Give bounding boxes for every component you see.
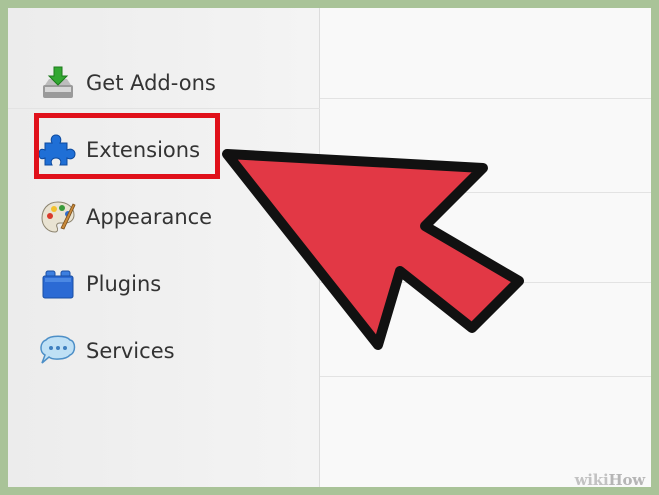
divider	[320, 98, 651, 99]
sidebar-item-services[interactable]: Services	[38, 326, 175, 376]
paint-palette-icon	[38, 197, 78, 237]
sidebar-item-label: Appearance	[86, 205, 213, 229]
sidebar-item-label: Plugins	[86, 272, 162, 296]
speech-bubble-icon	[38, 331, 78, 371]
wikihow-watermark: wikiHow	[574, 471, 646, 489]
addons-sidebar: Get Add-ons Extensions Appearance Plugin…	[8, 8, 320, 487]
divider	[320, 282, 651, 283]
screenshot-frame: Get Add-ons Extensions Appearance Plugin…	[8, 8, 651, 487]
sidebar-item-get-add-ons[interactable]: Get Add-ons	[38, 58, 216, 108]
sidebar-item-label: Services	[86, 339, 175, 363]
addons-content-pane	[320, 8, 651, 487]
download-icon	[38, 63, 78, 103]
extensions-highlight-box	[34, 113, 220, 179]
sidebar-item-label: Get Add-ons	[86, 71, 216, 95]
divider	[320, 192, 651, 193]
divider	[8, 108, 320, 109]
sidebar-item-appearance[interactable]: Appearance	[38, 192, 212, 242]
lego-brick-icon	[38, 264, 78, 304]
divider	[320, 376, 651, 377]
sidebar-item-plugins[interactable]: Plugins	[38, 259, 161, 309]
